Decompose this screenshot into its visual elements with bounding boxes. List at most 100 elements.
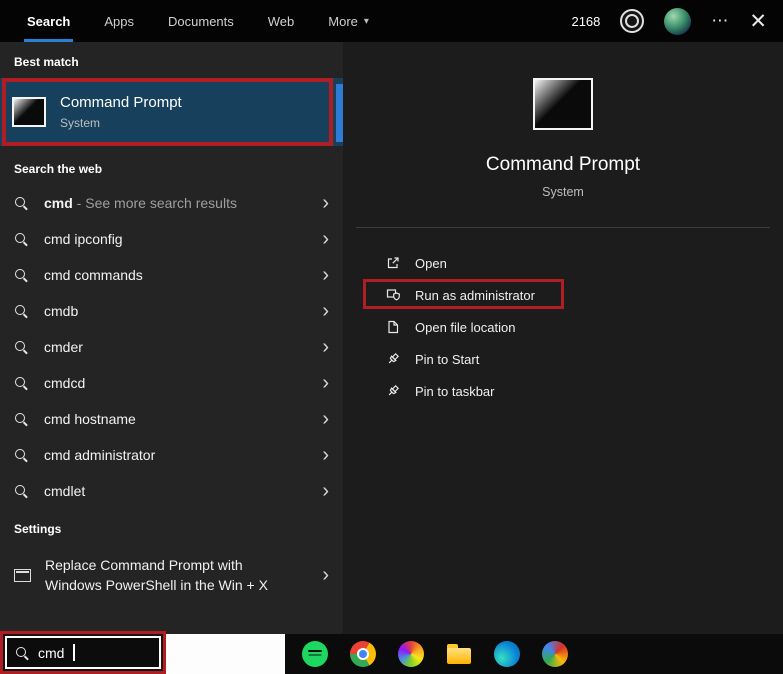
search-icon xyxy=(14,232,28,246)
web-suggestion-row[interactable]: cmd hostname › xyxy=(0,401,343,437)
settings-item-text: Replace Command Prompt with Windows Powe… xyxy=(45,555,268,595)
search-icon xyxy=(15,646,29,660)
search-results-panel: Best match Command Prompt System Search … xyxy=(0,42,343,634)
spotify-icon[interactable] xyxy=(302,641,328,667)
edge-icon[interactable] xyxy=(494,641,520,667)
windows-search-panel: Search Apps Documents Web More ▾ 2168 ⋯ ✕ Bes… xyxy=(0,0,783,674)
suggestion-query: cmd xyxy=(44,231,71,247)
settings-item-line2: Windows PowerShell in the Win + X xyxy=(45,577,268,593)
settings-item-line1: Replace Command Prompt with xyxy=(45,557,243,573)
chrome-icon[interactable] xyxy=(350,641,376,667)
taskbar-search-box[interactable] xyxy=(166,634,285,674)
search-input-value: cmd xyxy=(38,644,65,661)
web-suggestion-row[interactable]: cmdb › xyxy=(0,293,343,329)
chevron-right-icon: › xyxy=(322,228,329,250)
admin-shield-icon xyxy=(385,287,401,303)
web-suggestion-row[interactable]: cmd commands › xyxy=(0,257,343,293)
search-the-web-header: Search the web xyxy=(14,162,103,176)
suggestion-query: cmd xyxy=(44,303,71,319)
action-pin-to-taskbar[interactable]: Pin to taskbar xyxy=(385,375,783,407)
suggestion-text: cmd - See more search results xyxy=(44,195,314,211)
topbar: Search Apps Documents Web More ▾ 2168 ⋯ ✕ xyxy=(0,0,783,42)
search-icon xyxy=(14,448,28,462)
search-input[interactable]: cmd xyxy=(5,636,161,669)
suggestion-query: cmd xyxy=(44,411,71,427)
suggestion-query: cmd xyxy=(44,339,71,355)
suggestion-rest: b xyxy=(70,303,79,319)
tab-search[interactable]: Search xyxy=(10,0,87,42)
topbar-right: 2168 ⋯ ✕ xyxy=(571,0,783,42)
action-run-as-administrator[interactable]: Run as administrator xyxy=(363,279,783,311)
suggestion-rest: commands xyxy=(70,267,143,283)
taskbar-icons xyxy=(302,641,568,667)
web-suggestion-row[interactable]: cmdlet › xyxy=(0,473,343,509)
web-suggestion-row[interactable]: cmdcd › xyxy=(0,365,343,401)
web-suggestion-row[interactable]: cmd administrator › xyxy=(0,437,343,473)
tab-label: Apps xyxy=(104,13,135,29)
open-icon xyxy=(385,255,401,271)
suggestion-query: cmd xyxy=(44,447,71,463)
search-icon xyxy=(14,484,28,498)
colorful-app-2-icon[interactable] xyxy=(542,641,568,667)
action-label: Open file location xyxy=(415,319,516,335)
tab-label: Documents xyxy=(168,13,234,29)
suggestion-text: cmd hostname xyxy=(44,411,314,427)
suggestion-text: cmder xyxy=(44,339,314,355)
tab-label: Search xyxy=(27,13,71,29)
chevron-right-icon: › xyxy=(322,264,329,286)
search-icon xyxy=(14,376,28,390)
suggestion-text: cmdlet xyxy=(44,483,314,499)
suggestion-rest: hostname xyxy=(70,411,136,427)
action-open[interactable]: Open xyxy=(385,247,783,279)
action-label: Open xyxy=(415,255,447,271)
chevron-right-icon: › xyxy=(322,408,329,430)
suggestion-rest: - See more search results xyxy=(72,195,237,211)
suggestion-query: cmd xyxy=(44,375,71,391)
search-icon xyxy=(14,340,28,354)
more-options-icon[interactable]: ⋯ xyxy=(711,11,729,31)
chevron-right-icon: › xyxy=(322,564,329,586)
preview-app-title: Command Prompt xyxy=(485,154,641,175)
tab-more[interactable]: More ▾ xyxy=(311,0,386,42)
suggestion-query: cmd xyxy=(44,195,73,211)
web-suggestion-row[interactable]: cmd ipconfig › xyxy=(0,221,343,257)
tab-label: Web xyxy=(267,13,295,29)
web-suggestion-row[interactable]: cmder › xyxy=(0,329,343,365)
tab-web[interactable]: Web xyxy=(251,0,312,42)
suggestion-query: cmd xyxy=(44,483,71,499)
file-explorer-icon[interactable] xyxy=(446,641,472,667)
action-pin-to-start[interactable]: Pin to Start xyxy=(385,343,783,375)
command-prompt-icon xyxy=(12,97,46,127)
action-label: Pin to taskbar xyxy=(415,383,495,399)
suggestion-text: cmd commands xyxy=(44,267,314,283)
action-label: Run as administrator xyxy=(415,287,535,303)
chevron-right-icon: › xyxy=(322,372,329,394)
pin-icon xyxy=(385,351,401,367)
chevron-right-icon: › xyxy=(322,192,329,214)
suggestion-rest: er xyxy=(70,339,83,355)
best-match-text: Command Prompt System xyxy=(60,94,182,130)
tab-apps[interactable]: Apps xyxy=(87,0,151,42)
best-match-item[interactable]: Command Prompt System xyxy=(0,78,343,146)
suggestion-text: cmd ipconfig xyxy=(44,231,314,247)
settings-result-item[interactable]: Replace Command Prompt with Windows Powe… xyxy=(0,545,343,605)
action-open-file-location[interactable]: Open file location xyxy=(385,311,783,343)
chevron-right-icon: › xyxy=(322,444,329,466)
rewards-points: 2168 xyxy=(571,13,601,29)
chevron-down-icon: ▾ xyxy=(363,15,369,27)
suggestion-rest: administrator xyxy=(70,447,156,463)
web-suggestions: cmd - See more search results › cmd ipco… xyxy=(0,185,343,509)
avatar[interactable] xyxy=(664,7,692,35)
search-icon xyxy=(14,268,28,282)
tab-label: More xyxy=(328,13,358,29)
colorful-app-icon[interactable] xyxy=(398,641,424,667)
start-search-field[interactable]: cmd xyxy=(0,631,166,674)
scrollbar-thumb[interactable] xyxy=(336,84,343,142)
file-location-icon xyxy=(385,319,401,335)
rewards-medal-icon[interactable] xyxy=(620,9,645,33)
divider xyxy=(356,227,770,228)
web-suggestion-row[interactable]: cmd - See more search results › xyxy=(0,185,343,221)
preview-app-subtitle: System xyxy=(542,185,584,199)
tab-documents[interactable]: Documents xyxy=(151,0,251,42)
close-icon[interactable]: ✕ xyxy=(749,11,767,32)
